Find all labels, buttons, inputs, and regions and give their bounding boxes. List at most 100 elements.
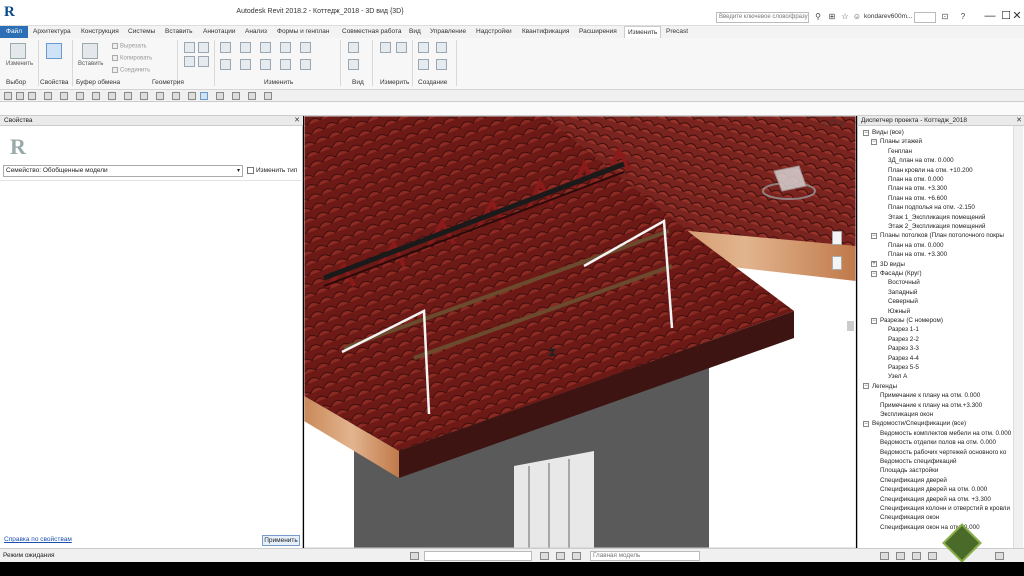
tab-precast[interactable]: Precast [666,26,688,38]
tree-item[interactable]: План на отм. +3.300 [888,250,947,259]
redo-icon[interactable] [60,92,68,100]
user-icon[interactable]: ☺ [852,12,862,22]
customize-icon[interactable] [264,92,272,100]
modify-button[interactable]: Изменить [6,41,33,77]
tab-collaborate[interactable]: Совместная работа [342,26,401,38]
group-select-label[interactable]: Выбор [6,79,26,86]
collapse-icon[interactable]: − [871,270,877,277]
tree-item[interactable]: План подполья на отм. -2.150 [888,203,975,212]
align-icon[interactable] [220,42,231,53]
tree-item[interactable]: Этаж 1_Экспликация помещений [888,213,985,222]
tree-item[interactable]: Площадь застройки [880,466,938,475]
move-icon[interactable] [220,59,231,70]
design-option-selector[interactable]: Главная модель [590,551,700,561]
thin-lines-icon[interactable] [188,92,196,100]
mirror-draw-icon[interactable] [280,42,291,53]
trim-icon[interactable] [300,42,311,53]
tree-item[interactable]: Виды (все) [872,128,904,137]
zoom-icon[interactable] [832,256,842,270]
create-assembly-icon[interactable] [418,42,429,53]
tree-item[interactable]: Генплан [888,147,912,156]
tree-item[interactable]: Разрезы (С номером) [880,316,943,325]
3d-viewport[interactable]: ⧗ ▭ ❐ ✕ [304,116,856,548]
tab-addins[interactable]: Надстройки [476,26,512,38]
user-name[interactable]: kondarev600m... [864,13,912,20]
editable-only-icon[interactable] [540,552,549,560]
scale-icon[interactable] [300,59,311,70]
cut-button[interactable]: Вырезать [112,43,147,50]
tree-item[interactable]: Ведомость комплектов мебели на отм. 0.00… [880,429,1011,438]
properties-help-link[interactable]: Справка по свойствам [4,536,72,543]
dimension-icon[interactable] [396,42,407,53]
create-parts-icon[interactable] [436,42,447,53]
type-selector[interactable]: Семейство: Обобщенные модели ▾ [3,165,243,177]
measure-icon[interactable] [380,42,391,53]
star-icon[interactable]: ☆ [840,12,850,22]
create-similar-icon[interactable] [436,59,447,70]
help-icon[interactable]: ? [958,12,968,22]
close-icon[interactable]: ✕ [1016,116,1022,126]
properties-button[interactable] [42,41,66,77]
tree-item[interactable]: План на отм. 0.000 [888,175,944,184]
user-field[interactable] [914,12,936,23]
override-icon[interactable] [348,59,359,70]
subscription-icon[interactable]: ⊞ [827,12,837,22]
tree-item[interactable]: Спецификация дверей [880,476,947,485]
select-pinned-icon[interactable] [912,552,921,560]
binoculars-icon[interactable]: ⚲ [813,12,823,22]
expand-icon[interactable]: + [871,261,877,268]
tab-insert[interactable]: Вставить [165,26,193,38]
tab-quantification[interactable]: Квантификация [522,26,569,38]
navigation-wheel-icon[interactable] [832,231,842,245]
tree-item[interactable]: Разрез 3-3 [888,344,919,353]
save-icon[interactable] [16,92,24,100]
tree-item[interactable]: Планы этажей [880,137,922,146]
dimension-small-icon[interactable] [108,92,116,100]
split-face-icon[interactable] [198,56,209,67]
viewport-scrollbar[interactable] [847,321,854,331]
select-underlay-icon[interactable] [896,552,905,560]
tree-item[interactable]: Экспликация окон [880,410,933,419]
tab-annotate[interactable]: Аннотации [203,26,236,38]
tree-item[interactable]: План на отм. 0.000 [888,241,944,250]
collapse-icon[interactable]: − [863,420,869,427]
tree-item[interactable]: План на отм. +6.600 [888,194,947,203]
tab-extensions[interactable]: Расширения [579,26,617,38]
tree-item[interactable]: 3Д_план на отм. 0.000 [888,156,954,165]
tree-item[interactable]: Южный [888,307,910,316]
tag-icon[interactable] [124,92,132,100]
collapse-icon[interactable]: − [871,232,877,239]
create-group-icon[interactable] [418,59,429,70]
tree-item[interactable]: Ведомость спецификаций [880,457,957,466]
tile-icon[interactable] [232,92,240,100]
select-links-icon[interactable] [880,552,889,560]
tree-item[interactable]: Ведомость отделки полов на отм. 0.000 [880,438,996,447]
view-icon[interactable] [348,42,359,53]
tree-item[interactable]: Этаж 2_Экспликация помещений [888,222,985,231]
paste-button[interactable]: Вставить [78,41,103,77]
text-icon[interactable] [140,92,148,100]
close-icon[interactable]: ✕ [294,116,300,126]
mirror-axis-icon[interactable] [260,42,271,53]
array-icon[interactable] [280,59,291,70]
apply-button[interactable]: Применить [262,535,300,546]
tree-item[interactable]: 3D виды [880,260,905,269]
undo-icon[interactable] [44,92,52,100]
tab-structure[interactable]: Конструкция [81,26,119,38]
tree-item[interactable]: Ведомость рабочих чертежей основного ко [880,448,1006,457]
viewport-window-controls[interactable]: ▭ ❐ ✕ [822,120,845,128]
tree-item[interactable]: Разрез 1-1 [888,325,919,334]
tab-analyze[interactable]: Анализ [245,26,267,38]
tree-item[interactable]: Разрез 2-2 [888,335,919,344]
close-hidden-icon[interactable] [200,92,208,100]
edit-type-button[interactable]: Изменить тип [247,165,301,177]
tree-item[interactable]: Спецификация окон [880,513,939,522]
tree-item[interactable]: Спецификация дверей на отм. +3.300 [880,495,991,504]
section-icon[interactable] [172,92,180,100]
close-button[interactable]: ✕ [1010,9,1024,23]
select-by-face-icon[interactable] [928,552,937,560]
print-icon[interactable] [76,92,84,100]
tab-file[interactable]: Файл [0,26,28,38]
tree-item[interactable]: Спецификация колонн и отверстий в кровли [880,504,1010,513]
filter-icon[interactable] [995,552,1004,560]
